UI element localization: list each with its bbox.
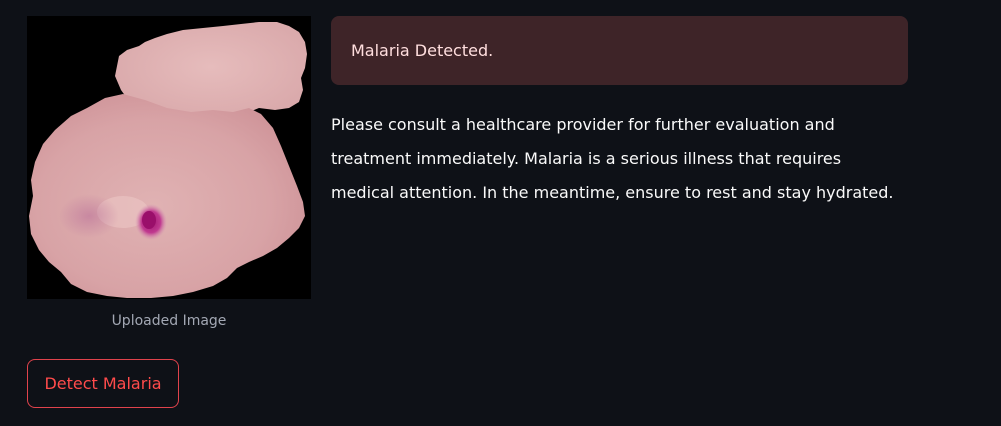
parasite-core	[142, 211, 156, 229]
cell-tint	[59, 194, 119, 238]
detect-malaria-button[interactable]: Detect Malaria	[27, 359, 179, 408]
blood-cell-micrograph	[27, 16, 311, 299]
app-page: Uploaded Image Malaria Detected. Please …	[0, 0, 1001, 426]
detection-alert: Malaria Detected.	[331, 16, 908, 85]
uploaded-image	[27, 16, 311, 299]
detect-malaria-button-label: Detect Malaria	[44, 374, 162, 393]
medical-advice-text: Please consult a healthcare provider for…	[331, 115, 894, 202]
uploaded-image-panel: Uploaded Image	[27, 16, 311, 329]
image-caption: Uploaded Image	[111, 313, 227, 329]
detection-alert-text: Malaria Detected.	[351, 41, 494, 60]
result-panel: Malaria Detected. Please consult a healt…	[331, 16, 908, 210]
